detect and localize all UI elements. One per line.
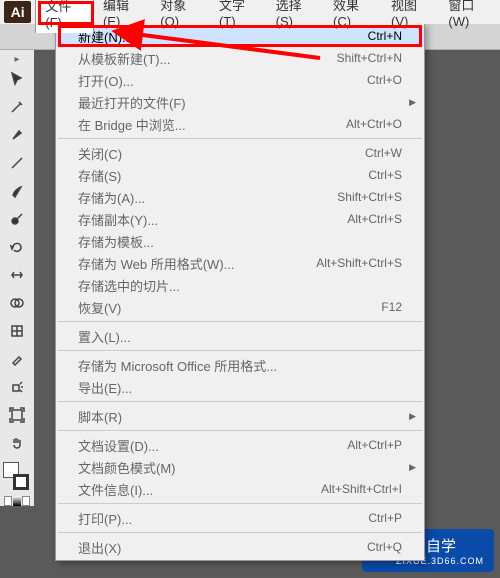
menu-item-shortcut: Shift+Ctrl+S [337, 190, 402, 204]
menu-separator [58, 430, 422, 431]
toolbox: ▸ [0, 50, 34, 506]
menu-item-label: 存储(S) [78, 166, 121, 185]
menu-separator [58, 401, 422, 402]
paintbrush-tool[interactable] [3, 178, 31, 204]
color-mode-row[interactable] [4, 496, 30, 506]
menu-item-label: 恢复(V) [78, 298, 121, 317]
pen-tool[interactable] [3, 122, 31, 148]
menu-item-WebW[interactable]: 存储为 Web 所用格式(W)... Alt+Shift+Ctrl+S [56, 252, 424, 274]
menu-item-P[interactable]: 打印(P)... Ctrl+P [56, 507, 424, 529]
menu-item-label: 存储为模板... [78, 232, 154, 251]
menu-item-shortcut: Alt+Shift+Ctrl+S [316, 256, 402, 270]
menu-separator [58, 503, 422, 504]
menu-item-label: 文档设置(D)... [78, 436, 159, 455]
menu-item-label: 在 Bridge 中浏览... [78, 115, 186, 134]
menu-item-label: 存储为 Microsoft Office 所用格式... [78, 356, 277, 375]
menu-item-label: 存储为 Web 所用格式(W)... [78, 254, 234, 273]
menu-separator [58, 138, 422, 139]
menu-item-label: 存储副本(Y)... [78, 210, 158, 229]
menu-separator [58, 350, 422, 351]
menu-item-shortcut: Alt+Ctrl+O [346, 117, 402, 131]
menu-item-label: 打开(O)... [78, 71, 134, 90]
menu-item-label: 存储选中的切片... [78, 276, 180, 295]
menu-item-I[interactable]: 文件信息(I)... Alt+Shift+Ctrl+I [56, 478, 424, 500]
menu-item-shortcut: Shift+Ctrl+N [337, 51, 402, 65]
menu-item-label: 关闭(C) [78, 144, 122, 163]
menu-item-Y[interactable]: 存储副本(Y)... Alt+Ctrl+S [56, 208, 424, 230]
menu-object[interactable]: 对象(O) [151, 0, 210, 32]
menu-item-R[interactable]: 脚本(R) [56, 405, 424, 427]
menu-select[interactable]: 选择(S) [267, 0, 324, 32]
file-menu-dropdown: 新建(N)...Ctrl+N从模板新建(T)...Shift+Ctrl+N打开(… [55, 22, 425, 561]
menu-item-shortcut: Alt+Ctrl+P [347, 438, 402, 452]
menu-separator [58, 321, 422, 322]
menu-item-shortcut: Ctrl+Q [367, 540, 402, 554]
menubar: Ai 文件(F) 编辑(E) 对象(O) 文字(T) 选择(S) 效果(C) 视… [0, 0, 500, 24]
menu-item-V[interactable]: 恢复(V) F12 [56, 296, 424, 318]
menu-item-O[interactable]: 打开(O)... Ctrl+O [56, 69, 424, 91]
menu-item-label: 导出(E)... [78, 378, 132, 397]
menu-item-M[interactable]: 文档颜色模式(M) [56, 456, 424, 478]
hand-tool[interactable] [3, 430, 31, 456]
menu-item-label: 文档颜色模式(M) [78, 458, 176, 477]
menu-item-[interactable]: 存储为模板... [56, 230, 424, 252]
menu-effect[interactable]: 效果(C) [324, 0, 382, 32]
menu-item-label: 存储为(A)... [78, 188, 145, 207]
menu-item-F[interactable]: 最近打开的文件(F) [56, 91, 424, 113]
fill-stroke-swatch[interactable] [3, 462, 31, 490]
menu-item-label: 退出(X) [78, 538, 121, 557]
mesh-tool[interactable] [3, 318, 31, 344]
menu-file[interactable]: 文件(F) [35, 0, 94, 33]
menu-item-E[interactable]: 导出(E)... [56, 376, 424, 398]
menu-item-A[interactable]: 存储为(A)... Shift+Ctrl+S [56, 186, 424, 208]
menu-item-label: 文件信息(I)... [78, 480, 153, 499]
menu-item-S[interactable]: 存储(S) Ctrl+S [56, 164, 424, 186]
magic-wand-tool[interactable] [3, 94, 31, 120]
blob-brush-tool[interactable] [3, 206, 31, 232]
menu-item-shortcut: Ctrl+S [368, 168, 402, 182]
menu-window[interactable]: 窗口(W) [439, 0, 500, 32]
menu-item-C[interactable]: 关闭(C) Ctrl+W [56, 142, 424, 164]
menu-item-label: 脚本(R) [78, 407, 122, 426]
menu-item-label: 打印(P)... [78, 509, 132, 528]
menu-type[interactable]: 文字(T) [210, 0, 267, 32]
menu-item-D[interactable]: 文档设置(D)... Alt+Ctrl+P [56, 434, 424, 456]
menu-item-shortcut: Alt+Ctrl+S [347, 212, 402, 226]
app-icon: Ai [4, 1, 31, 23]
menu-edit[interactable]: 编辑(E) [94, 0, 151, 32]
menu-item-label: 最近打开的文件(F) [78, 93, 186, 112]
menu-item-T[interactable]: 从模板新建(T)... Shift+Ctrl+N [56, 47, 424, 69]
menu-separator [58, 532, 422, 533]
menu-view[interactable]: 视图(V) [382, 0, 439, 32]
menu-item-X[interactable]: 退出(X) Ctrl+Q [56, 536, 424, 558]
menu-item-L[interactable]: 置入(L)... [56, 325, 424, 347]
menu-item-shortcut: Alt+Shift+Ctrl+I [321, 482, 402, 496]
menu-item-label: 从模板新建(T)... [78, 49, 170, 68]
menu-item-Bridge[interactable]: 在 Bridge 中浏览... Alt+Ctrl+O [56, 113, 424, 135]
symbol-sprayer-tool[interactable] [3, 374, 31, 400]
menu-item-shortcut: Ctrl+W [365, 146, 402, 160]
menu-item-MicrosoftOffice[interactable]: 存储为 Microsoft Office 所用格式... [56, 354, 424, 376]
menu-item-[interactable]: 存储选中的切片... [56, 274, 424, 296]
eyedropper-tool[interactable] [3, 346, 31, 372]
selection-tool[interactable] [3, 66, 31, 92]
artboard-tool[interactable] [3, 402, 31, 428]
stroke-swatch[interactable] [13, 474, 29, 490]
width-tool[interactable] [3, 262, 31, 288]
line-tool[interactable] [3, 150, 31, 176]
menu-item-label: 置入(L)... [78, 327, 131, 346]
menu-item-shortcut: F12 [381, 300, 402, 314]
rotate-tool[interactable] [3, 234, 31, 260]
shape-builder-tool[interactable] [3, 290, 31, 316]
toolbox-collapse[interactable]: ▸ [10, 54, 24, 64]
menu-item-shortcut: Ctrl+P [368, 511, 402, 525]
menu-item-shortcut: Ctrl+O [367, 73, 402, 87]
